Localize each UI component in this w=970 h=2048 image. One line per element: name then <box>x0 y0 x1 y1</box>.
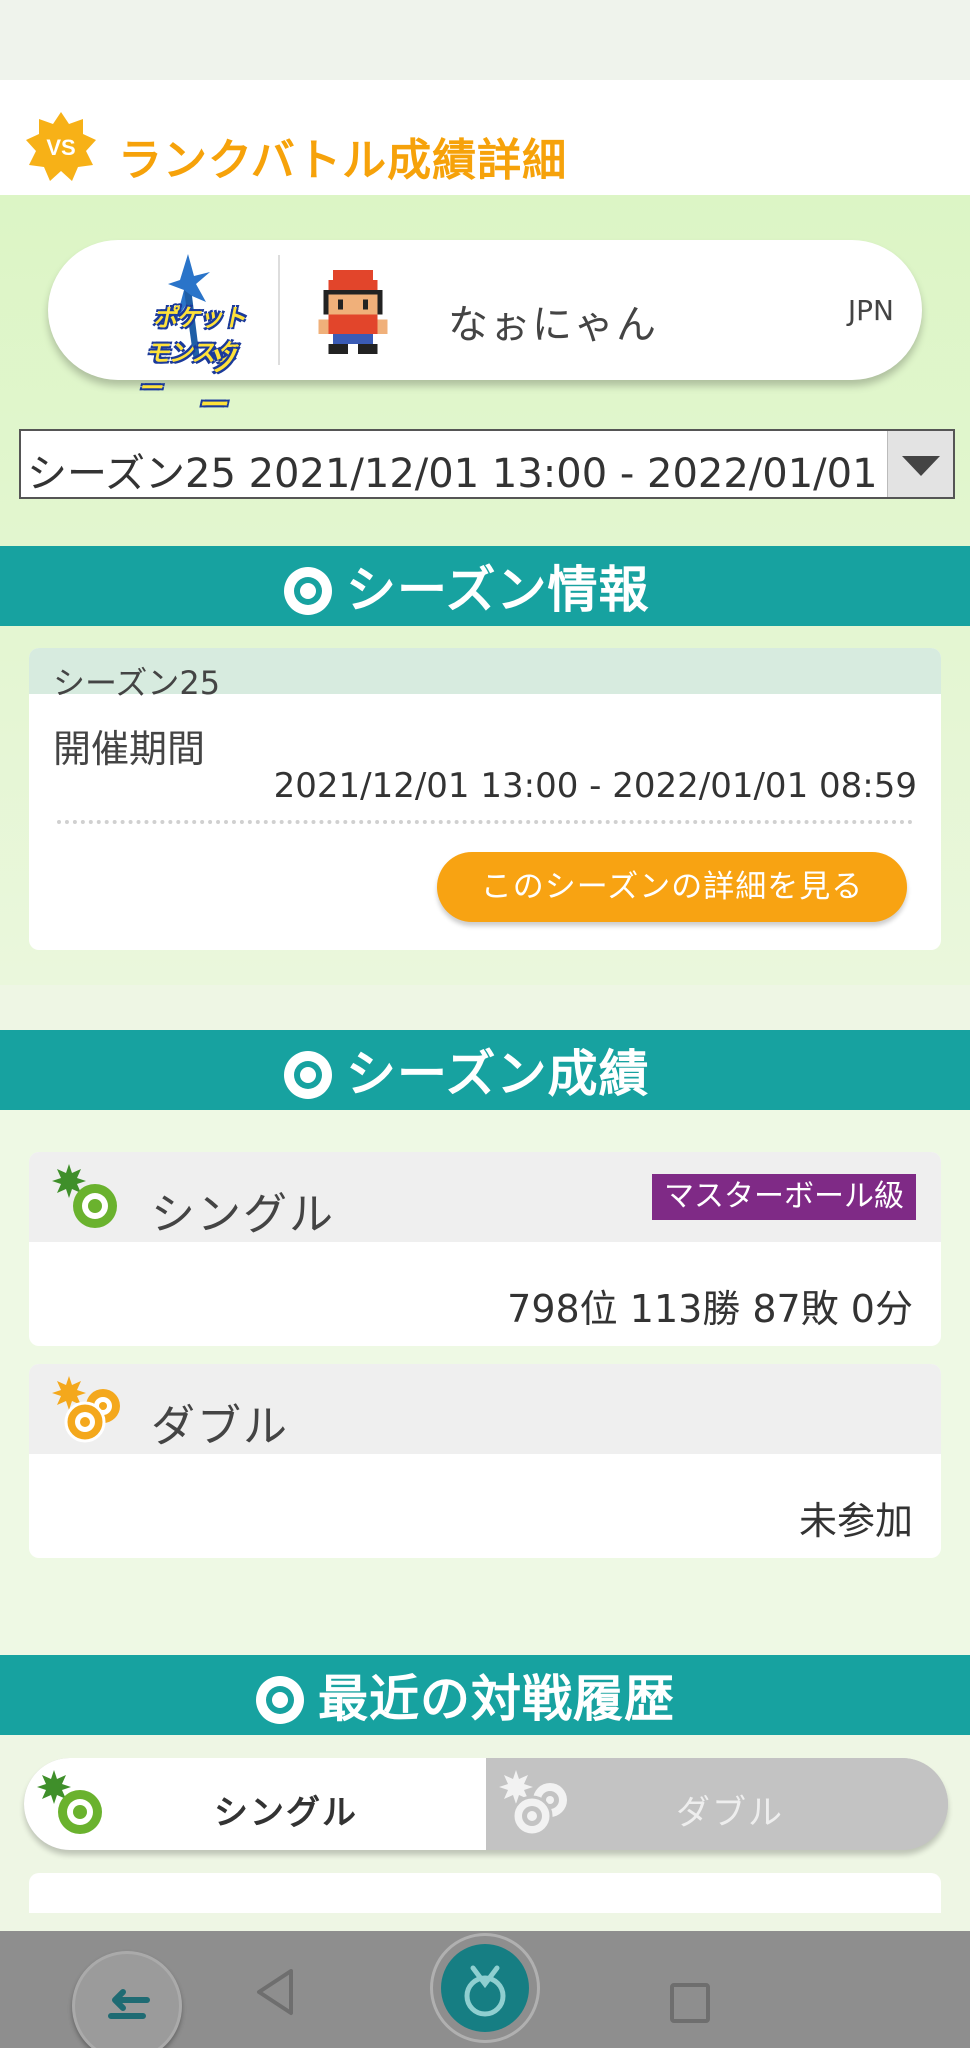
region-label: JPN <box>847 294 894 327</box>
svg-text:VS: VS <box>46 135 75 160</box>
home-icon <box>441 1944 529 2032</box>
season-results-header: シーズン成績 <box>0 1030 970 1110</box>
top-strip <box>0 0 970 80</box>
pixel-trainer-icon <box>318 270 388 354</box>
rank-badge: マスターボール級 <box>652 1174 916 1220</box>
page-title: ランクバトル成績詳細 <box>118 135 568 186</box>
profile-card: ポケットモンスター ソード なぉにゃん JPN <box>48 240 922 467</box>
single-result-card: シングル マスターボール級 798位 113勝 87敗 0分 <box>29 1152 941 1346</box>
season-select[interactable]: シーズン25 2021/12/01 13:00 - 2022/01/01 08:… <box>19 429 955 499</box>
period-label: 開催期間 <box>53 727 206 771</box>
battle-type-tabs: シングル ダブル <box>24 1758 948 1850</box>
double-battle-icon <box>499 1770 567 1837</box>
profile-divider <box>278 255 280 365</box>
double-record: 未参加 <box>798 1499 913 1543</box>
season-name: シーズン25 <box>53 664 221 702</box>
home-button[interactable] <box>430 1933 540 2043</box>
back-button[interactable] <box>72 1951 182 2048</box>
system-nav-bar <box>0 1931 970 2048</box>
recent-battles-header: 最近の対戦履歴 <box>0 1655 970 1735</box>
tab-single-label: シングル <box>214 1793 358 1833</box>
single-record: 798位 113勝 87敗 0分 <box>507 1287 913 1331</box>
pokeball-icon <box>284 1051 332 1099</box>
single-title: シングル <box>151 1189 335 1240</box>
tab-double[interactable]: ダブル <box>486 1758 948 1850</box>
period-value: 2021/12/01 13:00 - 2022/01/01 08:59 <box>273 766 917 806</box>
recent-battles-title: 最近の対戦履歴 <box>318 1670 675 1728</box>
dropdown-arrow-icon[interactable] <box>887 431 953 497</box>
double-battle-icon <box>52 1376 120 1443</box>
double-title: ダブル <box>151 1401 289 1452</box>
pokeball-icon <box>256 1676 304 1724</box>
dotted-divider <box>57 820 913 824</box>
tab-single[interactable]: シングル <box>24 1758 486 1850</box>
nav-back-triangle-icon[interactable] <box>255 1967 295 2017</box>
season-results-title: シーズン成績 <box>346 1045 650 1103</box>
player-name: なぉにゃん <box>448 302 658 348</box>
back-icon <box>108 1989 150 2019</box>
vs-star-icon: VS <box>26 112 96 181</box>
single-battle-icon <box>37 1770 102 1834</box>
season-select-value: シーズン25 2021/12/01 13:00 - 2022/01/01 08:… <box>27 451 955 497</box>
title-bar: VS ランクバトル成績詳細 <box>0 80 970 195</box>
single-battle-icon <box>52 1164 117 1228</box>
battle-history-list <box>29 1873 941 1913</box>
season-info-card: シーズン25 開催期間 2021/12/01 13:00 - 2022/01/0… <box>29 648 941 950</box>
season-detail-button[interactable]: このシーズンの詳細を見る <box>437 852 907 922</box>
pokeball-icon <box>284 567 332 615</box>
recents-icon[interactable] <box>670 1983 710 2023</box>
season-info-header: シーズン情報 <box>0 546 970 626</box>
double-result-card: ダブル 未参加 <box>29 1364 941 1558</box>
game-logo: ポケットモンスター ソード <box>88 250 258 467</box>
tab-double-label: ダブル <box>676 1793 784 1833</box>
season-info-title: シーズン情報 <box>346 561 650 619</box>
